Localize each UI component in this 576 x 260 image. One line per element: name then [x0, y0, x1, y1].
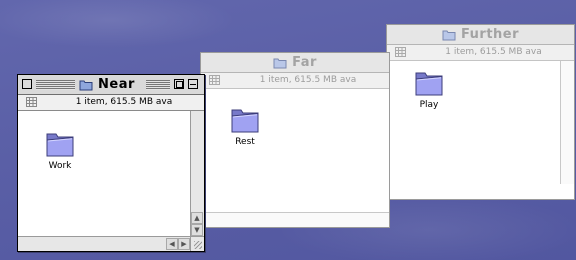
window-near-vscroll[interactable]: ▲ ▼ [190, 111, 204, 236]
titlebar-stripes-right [146, 80, 170, 90]
window-far-status: 1 item, 615.5 MB ava [259, 75, 357, 85]
resize-grip-icon[interactable] [190, 236, 204, 251]
window-near-title-text: Near [98, 77, 135, 92]
window-near-titlebar[interactable]: Near [18, 75, 204, 95]
folder-icon [231, 109, 259, 133]
window-further-infobar: 1 item, 615.5 MB ava [387, 45, 574, 61]
folder-work-label: Work [48, 161, 72, 171]
window-further-title: Further [437, 27, 524, 42]
folder-icon [415, 72, 443, 96]
window-further-status: 1 item, 615.5 MB ava [445, 47, 542, 57]
window-far-title-text: Far [292, 55, 317, 70]
window-near-infobar: 1 item, 615.5 MB ava [18, 95, 204, 111]
window-near-content: Work [18, 111, 204, 251]
window-far[interactable]: Far 1 item, 615.5 MB ava Rest [200, 52, 390, 228]
window-further[interactable]: Further 1 item, 615.5 MB ava Play [386, 24, 575, 200]
folder-rest[interactable]: Rest [215, 101, 275, 147]
window-near-title: Near [75, 77, 139, 92]
folder-play[interactable]: Play [399, 64, 459, 110]
scroll-left-arrow-icon[interactable]: ◀ [166, 238, 178, 250]
scroll-right-arrow-icon[interactable]: ▶ [178, 238, 190, 250]
window-far-content: Rest [201, 89, 389, 227]
grid-icon[interactable] [26, 97, 37, 107]
grid-icon[interactable] [209, 75, 220, 85]
scroll-up-arrow-icon[interactable]: ▲ [191, 212, 203, 224]
folder-icon [273, 58, 287, 68]
folder-icon [46, 133, 74, 157]
grid-icon[interactable] [395, 47, 406, 57]
window-far-title: Far [269, 55, 321, 70]
folder-rest-label: Rest [235, 137, 255, 147]
scroll-down-arrow-icon[interactable]: ▼ [191, 224, 203, 236]
window-near[interactable]: Near 1 item, 615.5 MB ava Work ▲ ▼ ◀ ▶ [17, 74, 205, 252]
window-near-hscroll[interactable]: ◀ ▶ [18, 236, 190, 251]
window-further-vscroll[interactable] [560, 61, 574, 184]
window-far-infobar: 1 item, 615.5 MB ava [201, 73, 389, 89]
window-near-status: 1 item, 615.5 MB ava [75, 97, 173, 107]
folder-play-label: Play [419, 100, 439, 110]
window-further-titlebar[interactable]: Further [387, 25, 574, 45]
window-further-content: Play [387, 61, 574, 199]
folder-work[interactable]: Work [30, 125, 90, 171]
zoom-box-button[interactable] [174, 79, 184, 89]
folder-icon [442, 30, 456, 40]
close-box-button[interactable] [22, 79, 32, 89]
window-far-titlebar[interactable]: Far [201, 53, 389, 73]
folder-icon [79, 80, 93, 90]
collapse-box-button[interactable] [188, 79, 198, 89]
window-far-hscroll[interactable] [201, 212, 389, 227]
window-further-title-text: Further [460, 27, 520, 42]
